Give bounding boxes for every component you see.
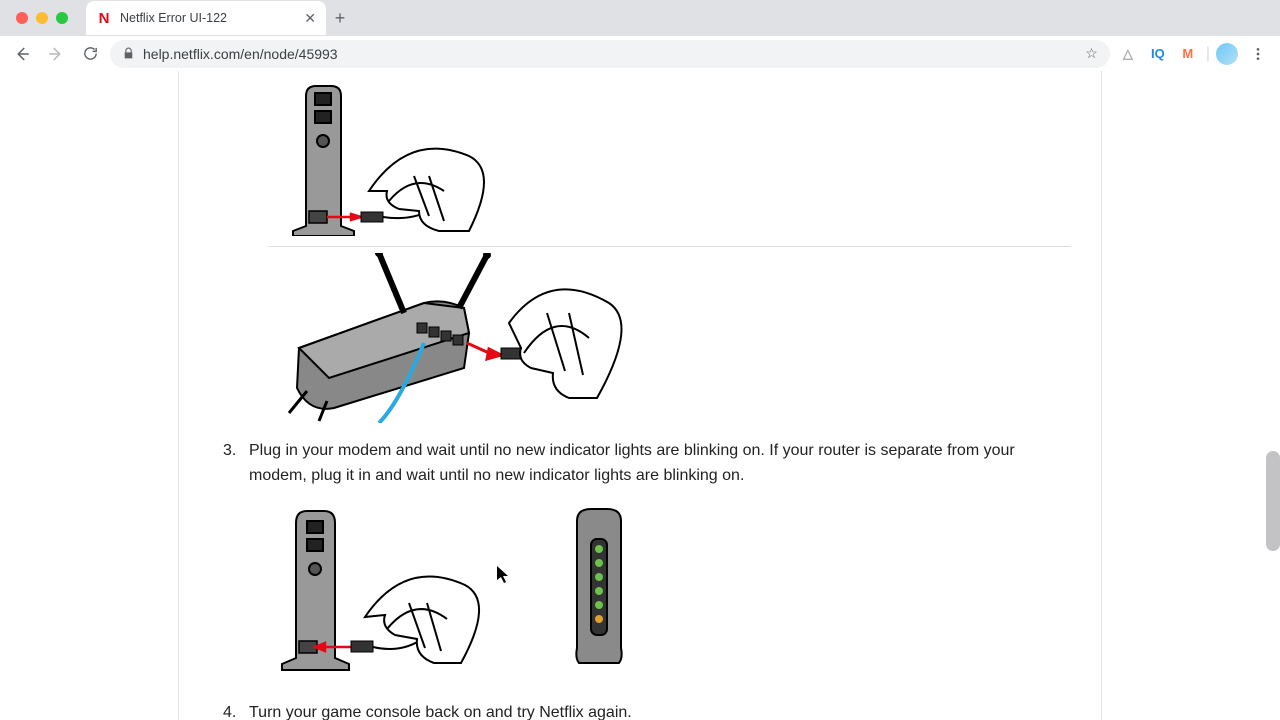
reload-icon [82, 45, 99, 62]
new-tab-button[interactable]: + [326, 8, 354, 29]
help-article: 3. Plug in your modem and wait until no … [178, 71, 1102, 720]
step-list-2: 4. Turn your game console back on and tr… [209, 701, 1071, 720]
scrollbar-thumb[interactable] [1266, 451, 1280, 551]
step-list: 3. Plug in your modem and wait until no … [209, 439, 1071, 489]
illustration-modem-unplug [269, 81, 1071, 236]
browser-tab[interactable]: N Netflix Error UI-122 ✕ [86, 1, 326, 35]
close-tab-icon[interactable]: ✕ [304, 10, 316, 27]
arrow-right-icon [47, 45, 65, 63]
address-bar[interactable]: help.netflix.com/en/node/45993 ☆ [110, 40, 1110, 68]
tab-strip: N Netflix Error UI-122 ✕ + [0, 0, 1280, 36]
forward-button [42, 40, 70, 68]
step-text: Turn your game console back on and try N… [249, 704, 632, 720]
favicon-netflix-icon: N [96, 10, 112, 26]
step-number: 4. [223, 701, 236, 720]
menu-button[interactable] [1244, 40, 1272, 68]
step-3: 3. Plug in your modem and wait until no … [249, 439, 1071, 489]
window-controls [10, 12, 78, 24]
star-icon[interactable]: ☆ [1085, 45, 1098, 62]
minimize-window-icon[interactable] [36, 12, 48, 24]
step-number: 3. [223, 439, 236, 464]
url-text: help.netflix.com/en/node/45993 [143, 46, 1077, 62]
back-button[interactable] [8, 40, 36, 68]
page-viewport: 3. Plug in your modem and wait until no … [0, 71, 1280, 720]
ext-m-icon[interactable]: M [1176, 42, 1200, 66]
illustration-modem-plug-indicator [269, 503, 1071, 673]
kebab-icon [1250, 46, 1266, 62]
close-window-icon[interactable] [16, 12, 28, 24]
browser-toolbar: help.netflix.com/en/node/45993 ☆ △ IQ M … [0, 36, 1280, 71]
lock-icon [122, 47, 135, 60]
illustration-router-unplug [269, 246, 1071, 423]
arrow-left-icon [13, 45, 31, 63]
ext-iq-icon[interactable]: IQ [1146, 42, 1170, 66]
tab-title: Netflix Error UI-122 [120, 11, 296, 25]
zoom-window-icon[interactable] [56, 12, 68, 24]
profile-avatar[interactable] [1216, 43, 1238, 65]
step-text: Plug in your modem and wait until no new… [249, 442, 1015, 484]
browser-chrome: N Netflix Error UI-122 ✕ + help.netflix.… [0, 0, 1280, 71]
ext-drive-icon[interactable]: △ [1116, 42, 1140, 66]
reload-button[interactable] [76, 40, 104, 68]
step-4: 4. Turn your game console back on and tr… [249, 701, 1071, 720]
